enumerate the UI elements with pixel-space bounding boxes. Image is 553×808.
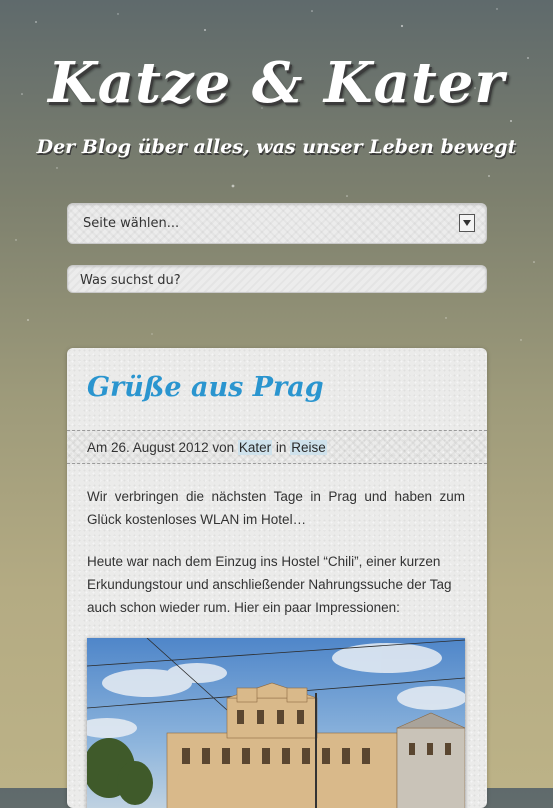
post-meta: Am 26. August 2012 von Kater in Reise (67, 430, 487, 464)
search-input[interactable] (78, 270, 472, 290)
site-title[interactable]: Katze & Kater (0, 50, 553, 116)
post-date: Am 26. August 2012 von (87, 440, 235, 455)
meta-in-text: in (275, 440, 287, 455)
post-paragraph: Heute war nach dem Einzug ins Hostel “Ch… (87, 554, 452, 615)
post-card: Grüße aus Prag Am 26. August 2012 von Ka… (67, 348, 487, 808)
post-paragraph: Wir verbringen die nächsten Tage in Prag… (87, 489, 465, 527)
search-box[interactable] (67, 265, 487, 293)
page-select-label: Seite wählen... (83, 216, 180, 231)
post-photo[interactable] (87, 638, 465, 808)
chevron-down-icon[interactable] (459, 214, 475, 232)
post-title[interactable]: Grüße aus Prag (87, 372, 324, 403)
author-link[interactable]: Kater (237, 440, 273, 455)
category-link[interactable]: Reise (290, 440, 327, 455)
site-tagline: Der Blog über alles, was unser Leben bew… (36, 136, 517, 158)
page-select-dropdown[interactable]: Seite wählen... (67, 203, 487, 244)
